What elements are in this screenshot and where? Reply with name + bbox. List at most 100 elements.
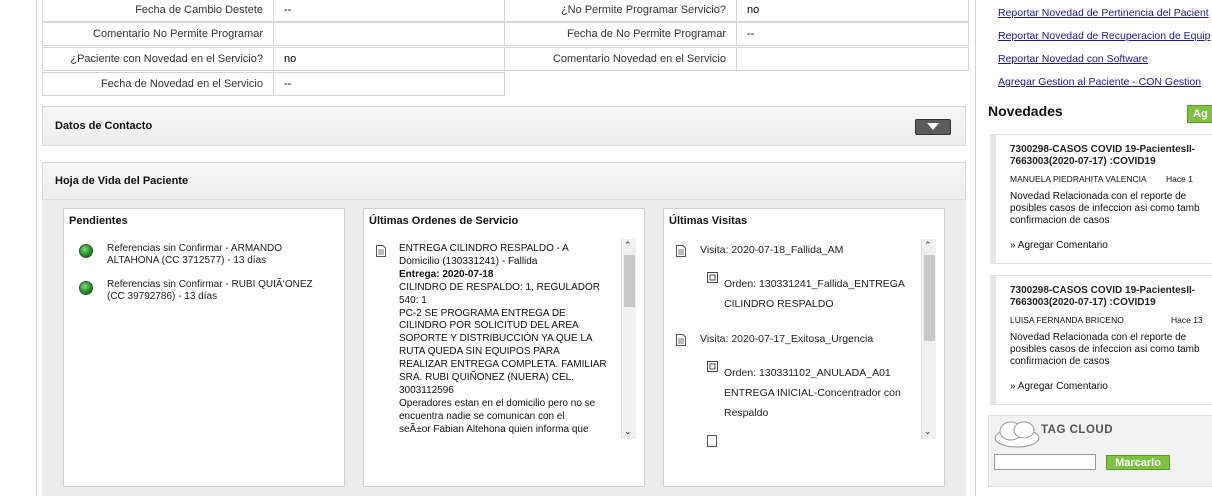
card-time: Hace 1	[1166, 174, 1193, 184]
detail-label: Fecha de Novedad en el Servicio	[42, 72, 274, 96]
orden-line: Entrega: 2020-07-18	[399, 268, 494, 280]
orden-item[interactable]: Orden: 130331102_ANULADA_A01 ENTREGA INI…	[724, 363, 901, 423]
detail-row: Fecha de Cambio Destete -- ¿No Permite P…	[42, 0, 970, 22]
novedades-title: Novedades	[988, 103, 1063, 119]
report-pertinencia-link[interactable]: Reportar Novedad de Pertinencia del Paci…	[998, 7, 1209, 19]
detail-value: no	[273, 47, 505, 71]
card-title: 7663003(2020-07-17) :COVID19	[1010, 156, 1156, 167]
detail-label: Comentario Novedad en el Servicio	[504, 47, 737, 71]
novedad-card: 7300298-CASOS COVID 19-PacientesII- 7663…	[990, 134, 1212, 264]
detail-row: Comentario No Permite Programar Fecha de…	[42, 22, 970, 46]
pending-item[interactable]: Referencias sin Confirmar - ARMANDO ALTA…	[107, 243, 282, 267]
tag-input[interactable]	[994, 454, 1096, 470]
order-box-icon	[707, 272, 718, 283]
pending-item-line: (CC 39792786) - 13 días	[107, 291, 218, 302]
orden-line: encuentra nadie se comunican con el	[399, 410, 565, 422]
orden-item[interactable]: Orden: 130331241_Fallida_ENTREGA CILINDR…	[724, 274, 905, 314]
chevron-down-icon	[927, 123, 939, 130]
orden-item-line: CILINDRO RESPALDO	[724, 298, 834, 310]
detail-label: ¿No Permite Programar Servicio?	[504, 0, 737, 22]
orden-line: 3003112596	[399, 384, 454, 396]
pendientes-panel: Pendientes Referencias sin Confirmar - A…	[63, 208, 345, 487]
card-text: Novedad Relacionada con el reporte de po…	[1010, 191, 1200, 227]
visita-item[interactable]: Visita: 2020-07-17_Exitosa_Urgencia	[700, 333, 873, 345]
ordenes-panel: Últimas Ordenes de Servicio ENTREGA CILI…	[363, 208, 645, 487]
card-title: 7663003(2020-07-17) :COVID19	[1010, 297, 1156, 308]
document-icon	[676, 245, 686, 257]
pending-item[interactable]: Referencias sin Confirmar - RUBI QUIÃ‘ON…	[107, 279, 313, 303]
orden-line: PC-2 SE PROGRAMA ENTREGA DE	[399, 307, 566, 319]
column-divider	[975, 0, 976, 496]
scroll-thumb[interactable]	[924, 255, 935, 341]
detail-value	[736, 47, 969, 71]
contact-section-header[interactable]: Datos de Contacto	[42, 106, 966, 146]
add-comment-link[interactable]: » Agregar Comentario	[1010, 381, 1108, 393]
hoja-vida-header[interactable]: Hoja de Vida del Paciente	[42, 162, 966, 200]
orden-line: seÃ±or Fabian Altehona quien informa que	[399, 423, 589, 435]
document-icon	[707, 435, 717, 447]
orden-item-line: Orden: 130331241_Fallida_ENTREGA	[724, 278, 905, 290]
add-novedad-button[interactable]: Ag	[1187, 105, 1212, 123]
scroll-up-icon[interactable]: ⌃	[924, 240, 932, 251]
orden-line: REALIZAR ENTREGA COMPLETA. FAMILIAR	[399, 359, 607, 371]
card-time: Hace 13	[1171, 315, 1203, 325]
scroll-down-icon[interactable]: ⌄	[624, 426, 632, 437]
add-gestion-link[interactable]: Agregar Gestion al Paciente - CON Gestio…	[998, 76, 1201, 88]
main-panel: Fecha de Cambio Destete -- ¿No Permite P…	[0, 0, 972, 496]
report-recuperacion-link[interactable]: Reportar Novedad de Recuperacion de Equi…	[998, 30, 1210, 42]
scroll-thumb[interactable]	[624, 255, 635, 307]
document-icon	[376, 245, 386, 257]
document-icon	[676, 334, 686, 346]
orden-line: SOPORTE Y DISTRIBUCCIÓN YA QUE LA	[399, 333, 593, 345]
orden-line: RUTA QUEDA SIN EQUIPOS PARA	[399, 346, 560, 358]
orden-line: CILINDRO POR SOLICITUD DEL AREA	[399, 320, 579, 332]
tag-cloud-box: TAG CLOUD Marcarlo	[988, 415, 1212, 487]
card-user: MANUELA PIEDRAHITA VALENCIA	[1010, 174, 1147, 184]
scroll-up-icon[interactable]: ⌃	[624, 240, 632, 251]
detail-value: --	[273, 0, 505, 22]
report-software-link[interactable]: Reportar Novedad con Software	[998, 53, 1148, 65]
add-comment-link[interactable]: » Agregar Comentario	[1010, 240, 1108, 252]
detail-label: ¿Paciente con Novedad en el Servicio?	[42, 47, 274, 71]
scroll-down-icon[interactable]: ⌄	[924, 426, 932, 437]
expand-button[interactable]	[915, 119, 951, 135]
card-text-line: posibles casos de infeccion asi como tam…	[1010, 203, 1200, 214]
detail-value: no	[736, 0, 969, 22]
orden-text: ENTREGA CILINDRO RESPALDO - A Domicilio …	[399, 243, 614, 437]
card-title: 7300298-CASOS COVID 19-PacientesII-	[1010, 285, 1196, 296]
section-title: Hoja de Vida del Paciente	[55, 175, 189, 187]
card-title: 7300298-CASOS COVID 19-PacientesII-	[1010, 144, 1196, 155]
visitas-panel: Últimas Visitas Visita: 2020-07-18_Falli…	[663, 208, 945, 487]
orden-line: Operadores estan en el domicilio pero no…	[399, 397, 596, 409]
orden-line: Domicilio (130331241) - Fallida	[399, 255, 538, 267]
left-border	[36, 0, 37, 496]
status-green-icon	[79, 244, 93, 258]
right-sidebar: Reportar Novedad de Pertinencia del Paci…	[980, 0, 1212, 496]
card-text-line: Novedad Relacionada con el reporte de	[1010, 332, 1187, 343]
orden-line: SRA. RUBI QUIÑONEZ (NUERA) CEL.	[399, 372, 575, 384]
card-text-line: confirmacion de casos	[1010, 215, 1110, 226]
panel-title: Pendientes	[69, 215, 128, 227]
section-title: Datos de Contacto	[55, 120, 153, 132]
novedad-card: 7300298-CASOS COVID 19-PacientesII- 7663…	[990, 275, 1212, 405]
scrollbar[interactable]: ⌃ ⌄	[621, 239, 636, 439]
marcarlo-button[interactable]: Marcarlo	[1106, 455, 1170, 470]
visita-item[interactable]: Visita: 2020-07-18_Fallida_AM	[700, 244, 843, 256]
pending-item-line: ALTAHONA (CC 3712577) - 13 días	[107, 255, 267, 266]
panel-title: Últimas Visitas	[669, 215, 748, 227]
pending-item-line: Referencias sin Confirmar - RUBI QUIÃ‘ON…	[107, 279, 313, 290]
orden-item-line: ENTREGA INICIAL-Concentrador con	[724, 387, 901, 399]
tag-cloud-title: TAG CLOUD	[1041, 424, 1114, 436]
orden-item-line: Respaldo	[724, 407, 769, 419]
orden-line: ENTREGA CILINDRO RESPALDO - A	[399, 243, 569, 254]
scrollbar[interactable]: ⌃ ⌄	[921, 239, 936, 439]
panel-title: Últimas Ordenes de Servicio	[369, 215, 519, 227]
order-box-icon	[707, 361, 718, 372]
detail-label: Fecha de No Permite Programar	[504, 22, 737, 46]
detail-label: Fecha de Cambio Destete	[42, 0, 274, 22]
card-text-line: Novedad Relacionada con el reporte de	[1010, 191, 1187, 202]
card-user: LUISA FERNANDA BRICENO	[1010, 315, 1124, 325]
detail-row: ¿Paciente con Novedad en el Servicio? no…	[42, 47, 970, 71]
orden-line: CILINDRO DE RESPALDO: 1, REGULADOR	[399, 281, 600, 293]
pending-item-line: Referencias sin Confirmar - ARMANDO	[107, 243, 283, 254]
